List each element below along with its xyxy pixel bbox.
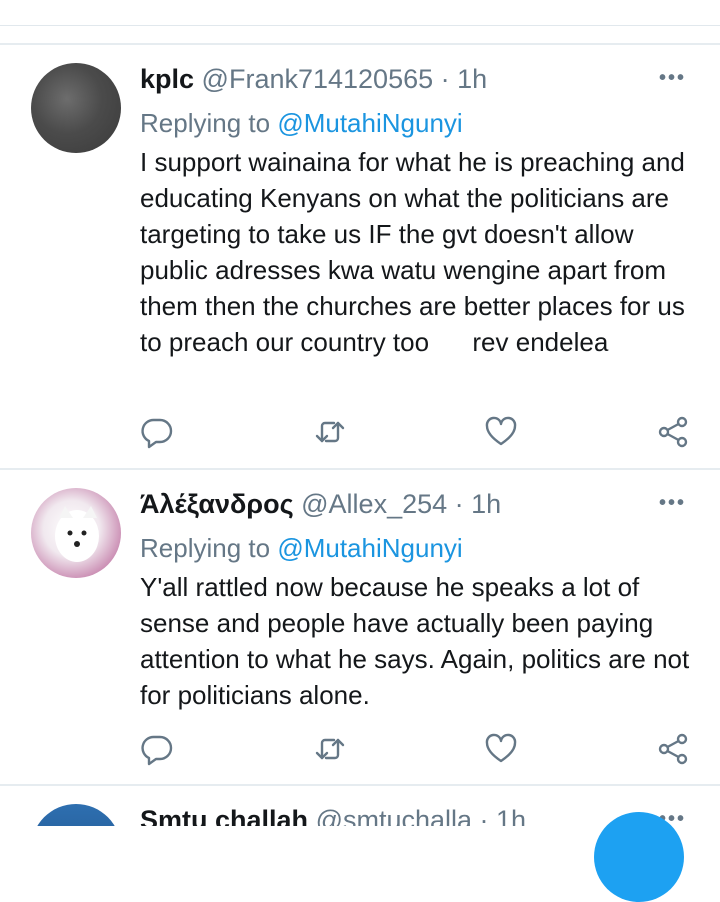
avatar[interactable] (31, 488, 121, 578)
timestamp[interactable]: · 1h (480, 805, 527, 826)
share-icon[interactable] (656, 732, 690, 766)
tweet-text: Y'all rattled now because he speaks a lo… (140, 572, 690, 710)
replying-label: Replying to (140, 533, 271, 563)
action-bar (0, 732, 720, 768)
more-options-icon[interactable]: ••• (659, 67, 686, 90)
tweet[interactable]: Άλέξανδρος @Allex_254 · 1h ••• Replying … (0, 470, 720, 784)
display-name[interactable]: Άλέξανδρος (140, 489, 294, 519)
action-bar (0, 415, 720, 451)
display-name[interactable]: Smtu challah (140, 805, 308, 826)
tweet-header: Smtu challah @smtuchalla · 1h (140, 804, 526, 826)
replying-label: Replying to (140, 108, 271, 138)
reply-icon[interactable] (140, 415, 174, 449)
timestamp[interactable]: · 1h (455, 489, 502, 519)
retweet-icon[interactable] (313, 415, 347, 449)
user-handle[interactable]: @smtuchalla (316, 805, 472, 826)
retweet-icon[interactable] (313, 732, 347, 766)
reply-icon[interactable] (140, 732, 174, 766)
user-handle[interactable]: @Allex_254 (301, 489, 447, 519)
tweet[interactable]: kplc @Frank714120565 · 1h ••• Replying t… (0, 45, 720, 468)
more-options-icon[interactable]: ••• (659, 492, 686, 515)
heart-icon[interactable] (484, 732, 518, 766)
tweet-text: I support wainaina for what he is preach… (140, 147, 693, 357)
timestamp[interactable]: · 1h (441, 64, 488, 94)
replying-handle-link[interactable]: @MutahiNgunyi (277, 533, 462, 563)
avatar[interactable] (31, 63, 121, 153)
display-name[interactable]: kplc (140, 64, 194, 94)
replying-to: Replying to @MutahiNgunyi (140, 532, 463, 564)
heart-icon[interactable] (484, 415, 518, 449)
tweet-header: kplc @Frank714120565 · 1h (140, 63, 487, 95)
replying-to: Replying to @MutahiNgunyi (140, 107, 463, 139)
user-handle[interactable]: @Frank714120565 (202, 64, 434, 94)
replying-handle-link[interactable]: @MutahiNgunyi (277, 108, 462, 138)
tweet-header: Άλέξανδρος @Allex_254 · 1h (140, 488, 501, 520)
share-icon[interactable] (656, 415, 690, 449)
top-gap (0, 26, 720, 43)
avatar[interactable] (31, 804, 121, 826)
